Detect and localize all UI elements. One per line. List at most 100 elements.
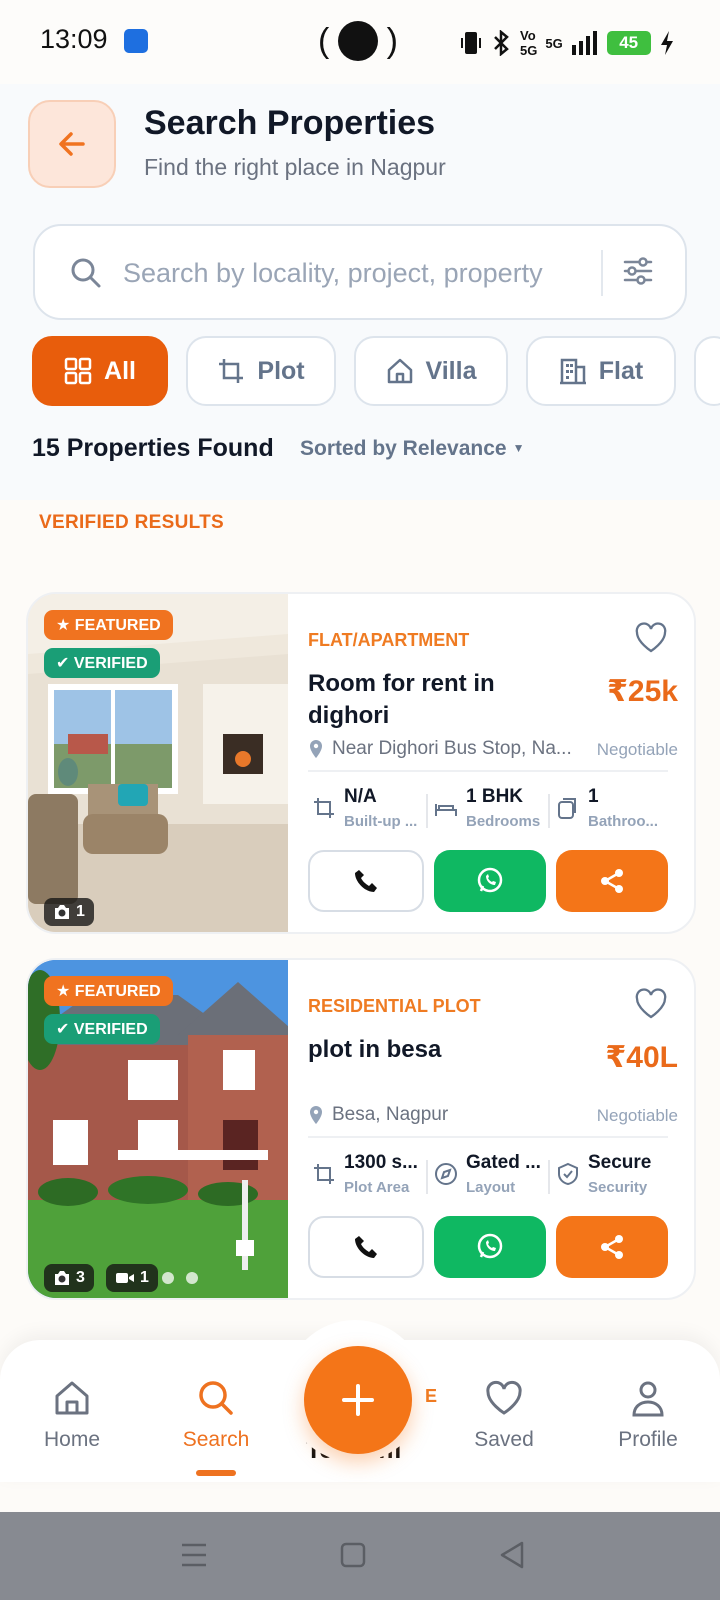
nav-label: Saved xyxy=(474,1428,534,1451)
filter-sliders-icon[interactable] xyxy=(621,254,655,288)
caret-down-icon: ▼ xyxy=(512,441,525,455)
sort-dropdown[interactable]: Sorted by Relevance ▼ xyxy=(300,437,524,461)
shield-icon xyxy=(558,1162,578,1186)
spec-value: 1 xyxy=(588,786,599,807)
property-price: ₹40L xyxy=(605,1041,678,1074)
property-photo[interactable]: ★ FEATURED ✔ VERIFIED 1 xyxy=(28,594,288,932)
spec-security: Secure Security xyxy=(556,1152,651,1196)
grid-icon xyxy=(64,357,92,385)
back-button[interactable] xyxy=(28,100,116,188)
spec-divider xyxy=(548,1160,550,1194)
location-text: Near Dighori Bus Stop, Na... xyxy=(332,738,572,759)
menu-icon[interactable] xyxy=(180,1542,208,1568)
card-actions xyxy=(308,850,678,912)
house-icon xyxy=(387,358,412,384)
area-icon xyxy=(314,1164,334,1184)
search-section: All Plot Villa Flat 15 Properties Found … xyxy=(0,212,720,500)
whatsapp-button[interactable] xyxy=(434,1216,546,1278)
spec-divider xyxy=(548,794,550,828)
system-navigation-bar xyxy=(0,1512,720,1600)
property-location: Near Dighori Bus Stop, Na... xyxy=(308,738,578,760)
heart-icon xyxy=(486,1380,522,1415)
carousel-dot xyxy=(162,1272,174,1284)
property-card[interactable]: ★ FEATURED ✔ VERIFIED 3 1 RESIDENTIAL PL… xyxy=(26,958,696,1300)
crop-icon xyxy=(219,359,244,383)
filter-chip-all[interactable]: All xyxy=(32,336,168,406)
filter-chip-more[interactable] xyxy=(694,336,720,406)
whatsapp-icon xyxy=(477,1233,503,1259)
share-icon xyxy=(601,869,623,893)
add-property-button[interactable] xyxy=(304,1346,412,1454)
spec-area: N/A Built-up ... xyxy=(312,786,417,830)
spec-label: Built-up ... xyxy=(344,813,418,830)
filter-chip-plot[interactable]: Plot xyxy=(186,336,336,406)
property-card[interactable]: ★ FEATURED ✔ VERIFIED 1 FLAT/APARTMENT R… xyxy=(26,592,696,934)
negotiable-label: Negotiable xyxy=(596,1106,678,1125)
video-icon xyxy=(116,1273,134,1283)
section-label: VERIFIED RESULTS xyxy=(39,512,224,533)
bed-icon xyxy=(435,804,457,816)
building-icon xyxy=(559,358,586,385)
bluetooth-icon xyxy=(494,30,509,56)
spec-label: Layout xyxy=(466,1179,516,1196)
filter-chip-villa[interactable]: Villa xyxy=(354,336,508,406)
filter-chip-flat[interactable]: Flat xyxy=(526,336,676,406)
property-location: Besa, Nagpur xyxy=(308,1104,578,1126)
status-icons: Vo 5G 5G 45 xyxy=(460,28,675,58)
spec-value: N/A xyxy=(344,786,377,807)
spec-divider xyxy=(426,794,428,828)
page-title: Search Properties xyxy=(144,104,436,142)
spec-bedrooms: 1 BHK Bedrooms xyxy=(434,786,540,830)
heart-icon[interactable] xyxy=(634,622,668,654)
page-subtitle: Find the right place in Nagpur xyxy=(144,154,446,180)
property-title: plot in besa xyxy=(308,1036,442,1063)
camera-cutout: () xyxy=(318,21,398,61)
share-button[interactable] xyxy=(556,1216,668,1278)
share-icon xyxy=(601,1235,623,1259)
heart-icon[interactable] xyxy=(634,988,668,1020)
property-specs: 1300 s... Plot Area Gated ... Layout Secur… xyxy=(308,1152,678,1204)
home-icon xyxy=(55,1381,89,1415)
nav-label: Profile xyxy=(618,1428,678,1451)
nav-profile[interactable]: Profile xyxy=(588,1378,708,1452)
camera-icon xyxy=(55,905,69,919)
location-pin-icon xyxy=(310,1106,322,1124)
spec-bathrooms: 1 Bathroo... xyxy=(556,786,658,830)
card-actions xyxy=(308,1216,678,1278)
share-button[interactable] xyxy=(556,850,668,912)
back-triangle-icon[interactable] xyxy=(498,1540,526,1570)
location-text: Besa, Nagpur xyxy=(332,1104,449,1125)
carousel-dot xyxy=(186,1272,198,1284)
nav-home[interactable]: Home xyxy=(12,1378,132,1452)
home-square-icon[interactable] xyxy=(340,1542,366,1568)
spec-label: Bathroo... xyxy=(588,813,658,830)
photo-count-badge: 3 xyxy=(44,1264,94,1292)
location-pin-icon xyxy=(310,740,322,758)
nav-label: Home xyxy=(43,1428,101,1451)
search-input[interactable] xyxy=(123,248,593,298)
card-details: FLAT/APARTMENT Room for rent in dighori … xyxy=(308,594,678,932)
verified-badge: ✔ VERIFIED xyxy=(44,1014,160,1044)
living-room-image xyxy=(28,594,288,932)
page-header: Search Properties Find the right place i… xyxy=(0,84,720,212)
featured-badge: ★ FEATURED xyxy=(44,976,173,1006)
signal-icon xyxy=(571,31,597,55)
user-icon xyxy=(632,1381,664,1417)
whatsapp-button[interactable] xyxy=(434,850,546,912)
video-count: 1 xyxy=(140,1269,149,1286)
call-button[interactable] xyxy=(308,850,424,912)
bath-icon xyxy=(558,798,576,819)
vibrate-icon xyxy=(461,32,481,54)
app-notification-icon xyxy=(124,29,148,53)
nav-saved[interactable]: Saved xyxy=(444,1378,564,1452)
call-button[interactable] xyxy=(308,1216,424,1278)
status-time: 13:09 xyxy=(40,24,108,54)
property-photo[interactable]: ★ FEATURED ✔ VERIFIED 3 1 xyxy=(28,960,288,1298)
spec-plot-area: 1300 s... Plot Area xyxy=(312,1152,418,1196)
nav-search[interactable]: Search xyxy=(156,1378,276,1452)
spec-value: Secure xyxy=(588,1152,652,1173)
photo-count: 3 xyxy=(76,1269,85,1286)
spec-value: 1300 s... xyxy=(344,1152,418,1173)
network-type: 5G xyxy=(545,35,563,51)
property-title: Room for rent in dighori xyxy=(308,670,495,729)
